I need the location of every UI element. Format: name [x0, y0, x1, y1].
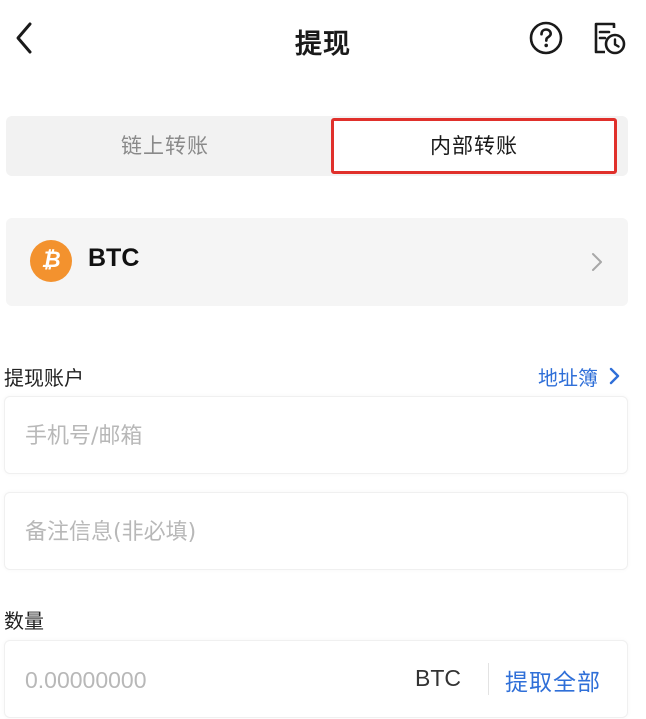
chevron-right-icon [592, 253, 602, 271]
coin-symbol: BTC [88, 244, 140, 272]
divider [488, 663, 489, 695]
withdraw-account-label: 提现账户 [4, 366, 84, 390]
help-icon[interactable] [528, 20, 564, 56]
address-book-link[interactable]: 地址簿 [538, 362, 598, 391]
coin-selector[interactable]: ₿ BTC [6, 218, 628, 306]
tab-internal-transfer[interactable]: 内部转账 [331, 118, 617, 174]
withdraw-all-button[interactable]: 提取全部 [505, 663, 601, 697]
tab-onchain-transfer[interactable]: 链上转账 [6, 116, 324, 176]
memo-field [4, 492, 628, 571]
chevron-right-icon[interactable] [609, 366, 621, 386]
memo-input[interactable] [23, 493, 467, 571]
history-record-icon[interactable] [588, 18, 628, 58]
amount-field: BTC 提取全部 [4, 640, 628, 719]
amount-input[interactable] [23, 641, 387, 719]
phone-email-field [4, 396, 628, 475]
transfer-type-tabs: 链上转账 内部转账 [6, 116, 628, 176]
phone-email-input[interactable] [23, 397, 467, 475]
bitcoin-glyph: ₿ [41, 248, 61, 273]
bitcoin-icon: ₿ [30, 240, 72, 282]
quantity-label: 数量 [4, 609, 44, 633]
amount-unit: BTC [415, 665, 461, 691]
